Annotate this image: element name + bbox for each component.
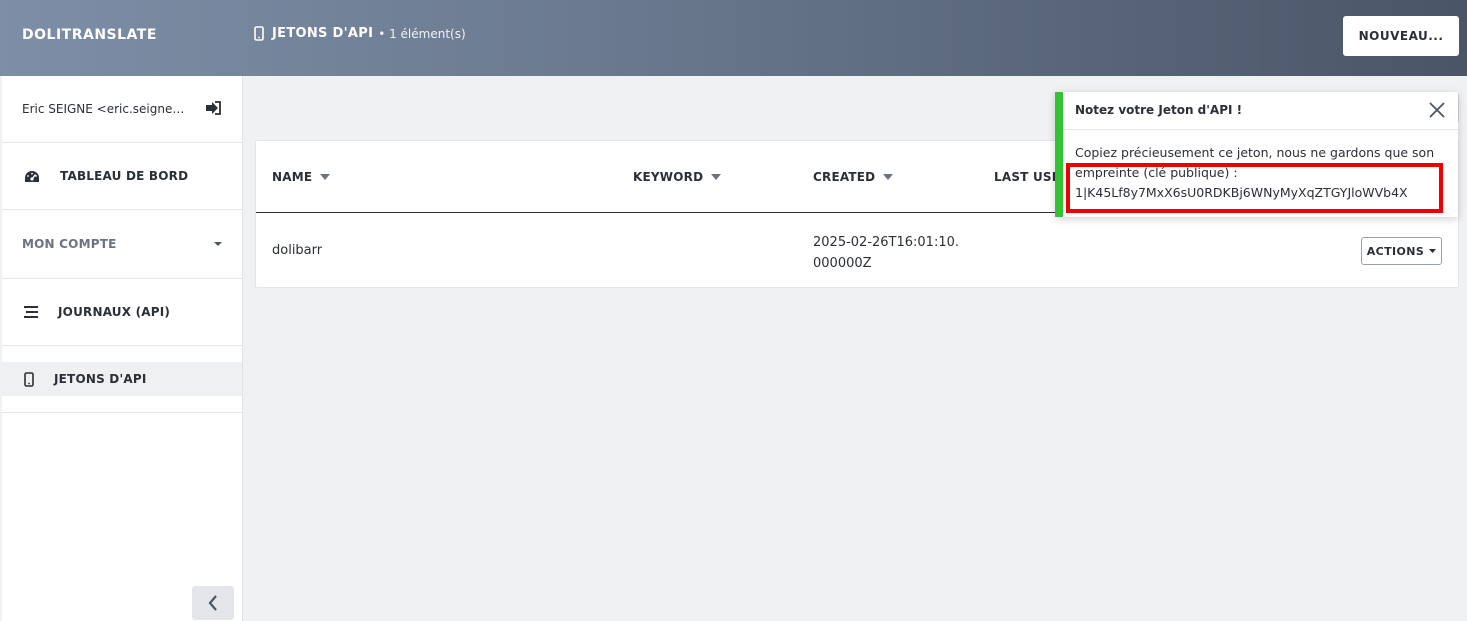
sort-down-icon <box>320 174 331 180</box>
notification-header: Notez votre Jeton d'API ! <box>1063 92 1458 130</box>
close-icon[interactable] <box>1429 102 1445 118</box>
cell-created: 2025-02-26T16:01:10.000000Z <box>813 235 960 271</box>
cell-name: dolibarr <box>272 243 323 258</box>
notification-message: Copiez précieusement ce jeton, nous ne g… <box>1075 145 1435 200</box>
column-header-created[interactable]: CREATED <box>813 170 894 184</box>
sidebar-item-label: MON COMPTE <box>22 237 117 251</box>
logout-icon[interactable] <box>205 101 221 115</box>
gauge-icon <box>25 170 39 182</box>
user-name: Eric SEIGNE <eric.seigne@... <box>22 102 192 116</box>
sidebar-item-label: TABLEAU DE BORD <box>60 169 189 183</box>
item-count: • 1 élément(s) <box>378 26 466 41</box>
actions-label: ACTIONS <box>1366 244 1425 258</box>
collapse-sidebar-button[interactable] <box>192 586 234 620</box>
mobile-icon <box>24 371 34 387</box>
sidebar: Eric SEIGNE <eric.seigne@... TABLEAU DE … <box>2 76 243 621</box>
top-bar: DOLITRANSLATE JETONS D'API • 1 élément(s… <box>0 0 1467 76</box>
list-icon <box>24 306 38 318</box>
sidebar-divider <box>2 412 242 413</box>
app-name[interactable]: DOLITRANSLATE <box>22 27 157 43</box>
token-notification: Notez votre Jeton d'API ! Copiez précieu… <box>1055 92 1458 217</box>
notification-title: Notez votre Jeton d'API ! <box>1075 103 1243 117</box>
table-row: dolibarr 2025-02-26T16:01:10.000000Z ACT… <box>256 214 1458 288</box>
column-label: CREATED <box>813 170 876 184</box>
sidebar-item-label: JOURNAUX (API) <box>58 305 171 319</box>
column-header-keyword[interactable]: KEYWORD <box>633 170 722 184</box>
new-token-button[interactable]: NOUVEAU... <box>1343 16 1459 56</box>
column-label: KEYWORD <box>633 170 704 184</box>
mobile-icon <box>254 26 264 41</box>
sidebar-item-api-tokens[interactable]: JETONS D'API <box>2 362 242 396</box>
sort-down-icon <box>883 174 894 180</box>
page-heading: JETONS D'API • 1 élément(s) <box>254 26 466 41</box>
chevron-down-icon <box>214 242 222 246</box>
caret-down-icon <box>1429 249 1437 253</box>
sidebar-item-label: JETONS D'API <box>54 372 147 386</box>
sidebar-user: Eric SEIGNE <eric.seigne@... <box>2 76 242 143</box>
page-title: JETONS D'API <box>272 26 374 41</box>
row-actions-button[interactable]: ACTIONS <box>1361 237 1442 265</box>
column-header-name[interactable]: NAME <box>272 170 331 184</box>
column-label: NAME <box>272 170 313 184</box>
sidebar-item-my-account[interactable]: MON COMPTE <box>2 210 242 279</box>
sidebar-item-dashboard[interactable]: TABLEAU DE BORD <box>2 143 242 210</box>
sidebar-item-logs[interactable]: JOURNAUX (API) <box>2 279 242 346</box>
sort-down-icon <box>711 174 722 180</box>
chevron-left-icon <box>208 595 217 611</box>
